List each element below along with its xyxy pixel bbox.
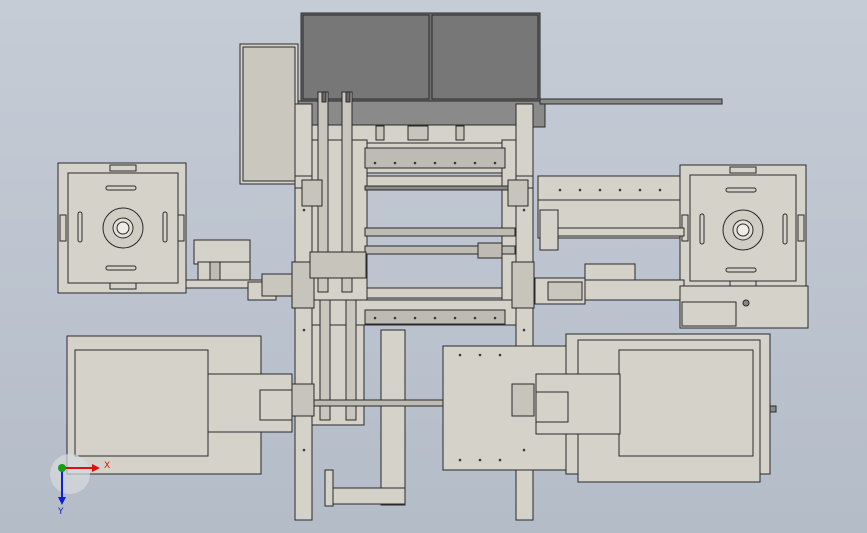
left-tray bbox=[66, 335, 293, 475]
cad-viewport[interactable]: X Y bbox=[0, 0, 867, 533]
left-square-platform bbox=[57, 162, 187, 294]
right-square-platform bbox=[537, 164, 807, 293]
y-axis-label: Y bbox=[57, 507, 64, 517]
top-hopper bbox=[294, 12, 723, 128]
x-axis-label: X bbox=[104, 461, 110, 471]
left-motor-box bbox=[239, 43, 299, 185]
left-gripper bbox=[185, 239, 297, 301]
cad-drawing[interactable]: X Y bbox=[0, 0, 867, 533]
right-tray bbox=[442, 333, 777, 483]
